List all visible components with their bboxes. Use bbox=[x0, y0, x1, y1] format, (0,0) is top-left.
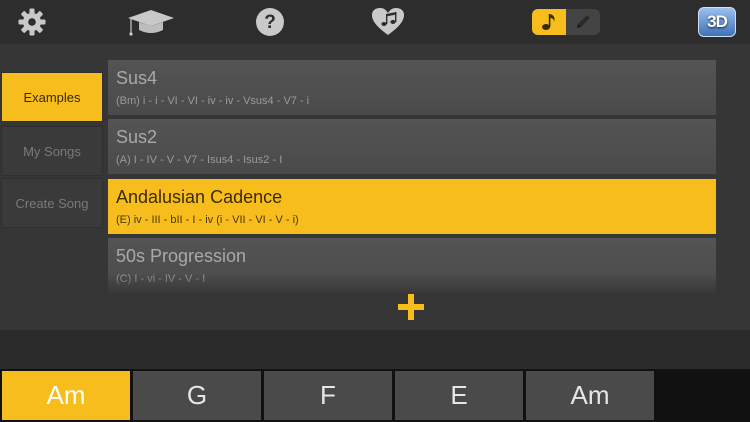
main-panel: Examples My Songs Create Song Sus4 (Bm) … bbox=[0, 44, 750, 330]
song-title: Andalusian Cadence bbox=[116, 187, 283, 207]
add-song-button[interactable] bbox=[396, 292, 426, 322]
chord-tile[interactable]: E bbox=[395, 371, 523, 420]
song-progression: (E) iv - III - bII - I - iv (i - VII - V… bbox=[116, 214, 299, 226]
view-3d-button[interactable]: 3D bbox=[698, 7, 736, 37]
app: ? 3D Examples My Songs Create Song Sus4 … bbox=[0, 0, 750, 422]
help-icon[interactable]: ? bbox=[254, 6, 286, 38]
chord-tile[interactable]: F bbox=[264, 371, 392, 420]
gear-icon[interactable] bbox=[16, 6, 48, 38]
graduation-cap-icon[interactable] bbox=[126, 6, 176, 38]
chord-tile-selected[interactable]: Am bbox=[2, 371, 130, 420]
mode-toggle[interactable] bbox=[532, 9, 600, 35]
list-item[interactable]: Sus2 (A) I - IV - V - V7 - Isus4 - Isus2… bbox=[108, 119, 716, 174]
song-title: Sus4 bbox=[116, 68, 158, 88]
chord-tile[interactable]: G bbox=[133, 371, 261, 420]
top-toolbar: ? 3D bbox=[0, 0, 750, 44]
music-note-icon[interactable] bbox=[532, 9, 566, 35]
list-item-selected[interactable]: Andalusian Cadence (E) iv - III - bII - … bbox=[108, 179, 716, 234]
sidebar-item-create-song[interactable]: Create Song bbox=[1, 178, 103, 228]
chord-tile[interactable]: Am bbox=[526, 371, 654, 420]
song-progression: (C) I - vi - IV - V - I bbox=[116, 273, 206, 285]
song-progression: (Bm) i - i - VI - VI - iv - iv - Vsus4 -… bbox=[116, 95, 310, 107]
song-title: 50s Progression bbox=[116, 246, 247, 266]
song-list[interactable]: Sus4 (Bm) i - i - VI - VI - iv - iv - Vs… bbox=[108, 60, 716, 294]
song-title: Sus2 bbox=[116, 127, 158, 147]
plus-icon bbox=[398, 294, 424, 320]
svg-text:?: ? bbox=[264, 12, 276, 33]
sidebar-item-my-songs[interactable]: My Songs bbox=[1, 126, 103, 176]
chord-bar: Am G F E Am bbox=[0, 369, 750, 422]
song-progression: (A) I - IV - V - V7 - Isus4 - Isus2 - I bbox=[116, 154, 283, 166]
pencil-icon[interactable] bbox=[566, 9, 600, 35]
list-item[interactable]: 50s Progression (C) I - vi - IV - V - I bbox=[108, 238, 716, 293]
list-item[interactable]: Sus4 (Bm) i - i - VI - VI - iv - iv - Vs… bbox=[108, 60, 716, 115]
heart-music-icon[interactable] bbox=[370, 6, 406, 38]
sidebar-item-examples[interactable]: Examples bbox=[1, 72, 103, 122]
